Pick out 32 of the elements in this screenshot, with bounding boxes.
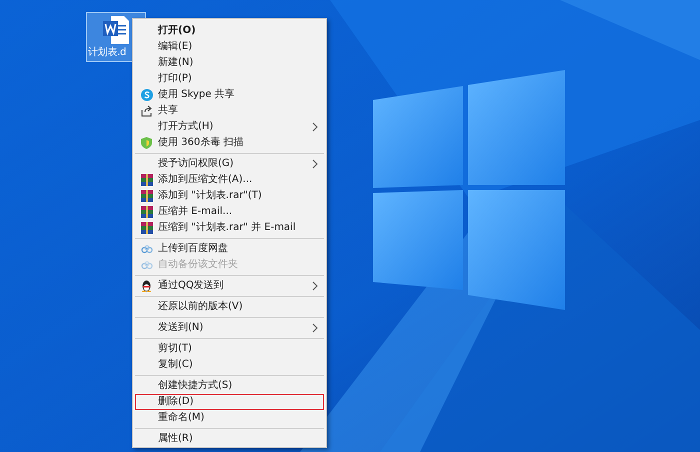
shield-icon <box>141 137 152 149</box>
word-document-icon <box>103 16 129 44</box>
menu-item[interactable]: 添加到压缩文件(A)... <box>135 172 324 188</box>
archive-icon <box>141 174 153 186</box>
menu-item[interactable]: 打印(P) <box>135 71 324 87</box>
menu-item[interactable]: 发送到(N) <box>135 320 324 336</box>
share-icon <box>141 105 153 117</box>
menu-item[interactable]: 压缩并 E-mail... <box>135 204 324 220</box>
menu-item[interactable]: 属性(R) <box>135 431 324 447</box>
menu-item[interactable]: 使用 Skype 共享 <box>135 87 324 103</box>
menu-item[interactable]: 压缩到 "计划表.rar" 并 E-mail <box>135 220 324 236</box>
menu-item[interactable]: 剪切(T) <box>135 341 324 357</box>
file-name: 计划表.d <box>87 48 126 58</box>
menu-item[interactable]: 重命名(M) <box>135 410 324 426</box>
archive-icon <box>141 206 153 218</box>
cloud-icon <box>141 260 153 270</box>
penguin-icon <box>141 280 152 292</box>
skype-icon <box>141 89 153 101</box>
menu-item[interactable]: 共享 <box>135 103 324 119</box>
menu-item[interactable]: 上传到百度网盘 <box>135 241 324 257</box>
menu-item[interactable]: 打开方式(H) <box>135 119 324 135</box>
menu-item[interactable]: 添加到 "计划表.rar"(T) <box>135 188 324 204</box>
menu-item[interactable]: 授予访问权限(G) <box>135 156 324 172</box>
menu-item[interactable]: 还原以前的版本(V) <box>135 299 324 315</box>
menu-item[interactable]: 通过QQ发送到 <box>135 278 324 294</box>
menu-item[interactable]: 删除(D) <box>135 394 324 410</box>
menu-item[interactable]: 复制(C) <box>135 357 324 373</box>
cloud-icon <box>141 244 153 254</box>
archive-icon <box>141 190 153 202</box>
archive-icon <box>141 222 153 234</box>
menu-item[interactable]: 创建快捷方式(S) <box>135 378 324 394</box>
menu-item[interactable]: 使用 360杀毒 扫描 <box>135 135 324 151</box>
